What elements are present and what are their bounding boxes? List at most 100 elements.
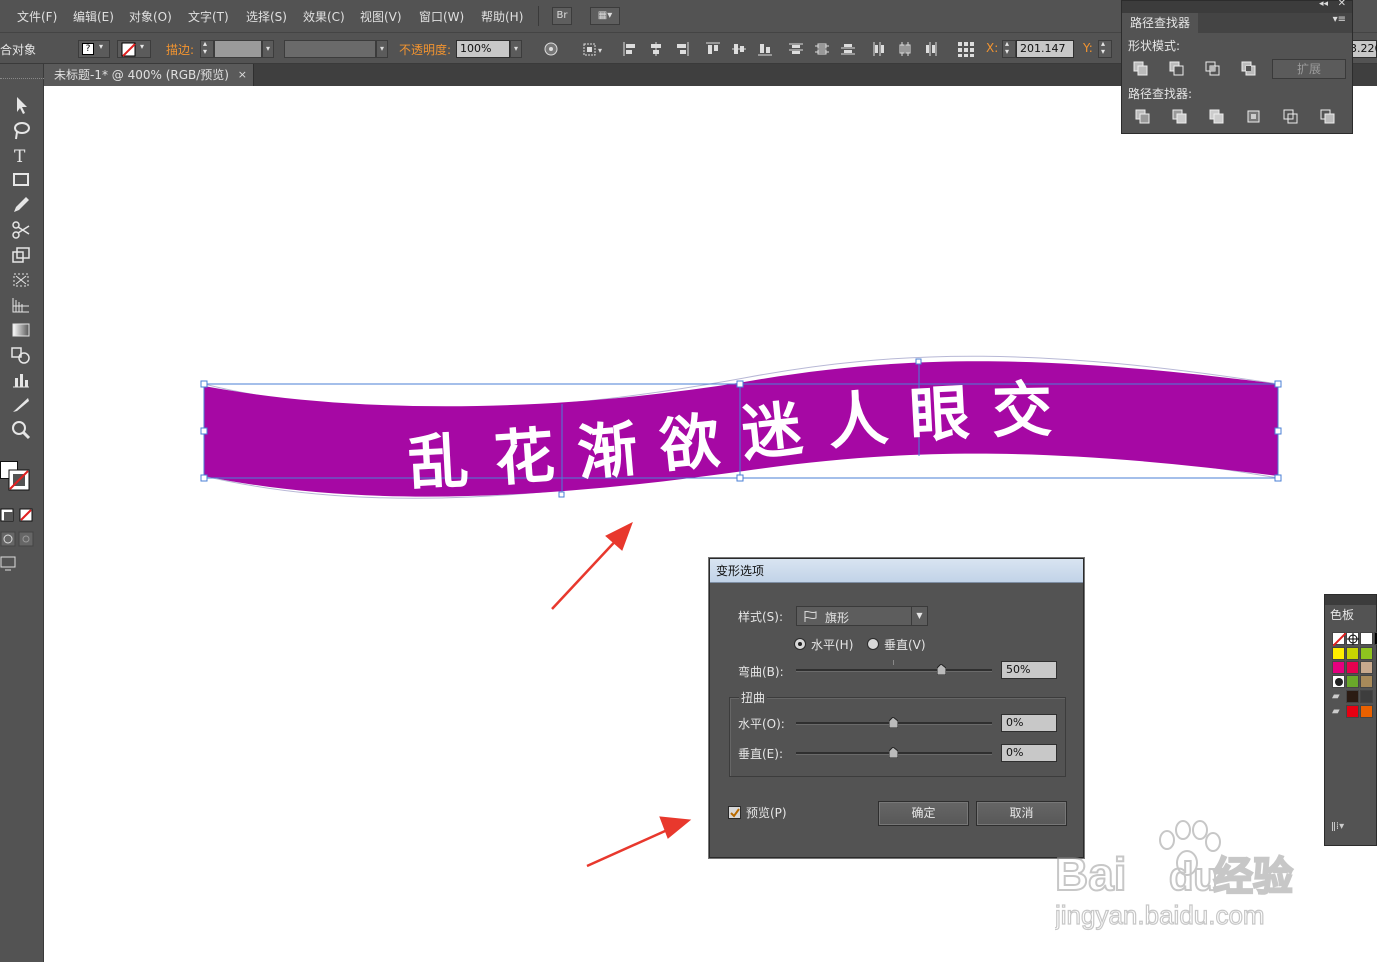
preview-label[interactable]: 预览(P) [746,804,787,821]
swatch-yellow[interactable] [1332,647,1345,660]
document-tab[interactable]: 未标题-1* @ 400% (RGB/预览) × [44,64,254,86]
ok-button[interactable]: 确定 [878,801,969,826]
opacity-dropdown[interactable]: ▾ [510,40,522,58]
workspace-switcher-icon[interactable]: ▦▾ [590,7,620,25]
vertical-radio[interactable] [867,638,879,650]
free-transform-tool[interactable] [8,269,34,291]
bend-field[interactable]: 50% [1001,661,1057,679]
menu-effect[interactable]: 效果(C) [303,8,345,25]
distort-vertical-field[interactable]: 0% [1001,744,1057,762]
swatch-white[interactable] [1360,632,1373,645]
stroke-label[interactable]: 描边: [166,41,194,58]
close-panel-icon[interactable]: ✕ [1338,0,1346,9]
pencil-tool[interactable] [8,194,34,216]
merge-icon[interactable] [1208,108,1226,126]
distort-vertical-knob[interactable] [889,747,898,758]
lasso-tool[interactable] [8,119,34,141]
menu-file[interactable]: 文件(F) [17,8,57,25]
distribute-vcenter-icon[interactable] [814,41,830,57]
pathfinder-tab[interactable]: 路径查找器 [1122,13,1199,33]
distribute-hcenter-icon[interactable] [897,41,913,57]
cancel-button[interactable]: 取消 [976,801,1067,826]
opacity-label[interactable]: 不透明度: [399,41,451,58]
perspective-grid-tool[interactable] [8,294,34,316]
distribute-top-icon[interactable] [788,41,804,57]
menu-select[interactable]: 选择(S) [246,8,287,25]
opacity-field[interactable]: 100% [456,40,510,58]
swatch-pattern-green[interactable] [1346,675,1359,688]
color-mode-icons[interactable] [0,507,36,523]
menu-window[interactable]: 窗口(W) [419,8,464,25]
swatches-title-bar[interactable] [1325,595,1376,605]
scale-tool[interactable] [8,244,34,266]
swatch-magenta[interactable] [1332,661,1345,674]
recolor-artwork-icon[interactable] [543,41,559,57]
transform-reference-icon[interactable] [957,41,977,57]
swatch-tan[interactable] [1360,661,1373,674]
gradient-tool[interactable] [8,319,34,341]
swatch-rose[interactable] [1346,661,1359,674]
menu-view[interactable]: 视图(V) [360,8,402,25]
distribute-bottom-icon[interactable] [840,41,856,57]
close-tab-icon[interactable]: × [238,64,247,86]
vertical-radio-label[interactable]: 垂直(V) [884,636,926,653]
stroke-weight-stepper[interactable]: ▴ ▾ [200,39,214,58]
align-right-icon[interactable] [674,41,690,57]
zoom-tool[interactable] [8,419,34,441]
align-top-icon[interactable] [705,41,721,57]
brush-definition-field[interactable] [284,40,376,58]
expand-button[interactable]: 扩展 [1272,59,1346,79]
graph-tool[interactable] [8,369,34,391]
stroke-weight-dropdown[interactable]: ▾ [262,40,274,58]
swatch-dark-brown[interactable] [1346,690,1359,703]
swatches-tab[interactable]: 色板 [1325,605,1376,625]
panel-menu-icon[interactable]: ▾≡ [1333,14,1346,25]
bend-slider-track[interactable] [796,669,992,672]
distribute-left-icon[interactable] [871,41,887,57]
collapse-panel-icon[interactable]: ◂◂ [1319,0,1328,9]
stroke-none-swatch-icon[interactable] [8,469,30,491]
swatch-libraries-icon[interactable]: ǁ⁞▾ [1331,821,1344,832]
distort-horizontal-field[interactable]: 0% [1001,714,1057,732]
align-left-icon[interactable] [622,41,638,57]
y-stepper[interactable]: ▴ ▾ [1098,39,1112,58]
menu-help[interactable]: 帮助(H) [481,8,523,25]
swatch-lime[interactable] [1346,647,1359,660]
scissors-tool[interactable] [8,219,34,241]
selection-tool[interactable] [8,94,34,116]
menu-type[interactable]: 文字(T) [188,8,229,25]
distribute-right-icon[interactable] [923,41,939,57]
swatch-green[interactable] [1360,647,1373,660]
screen-mode-icon[interactable] [0,556,20,572]
distort-horizontal-knob[interactable] [889,717,898,728]
tools-panel-grip[interactable] [0,78,44,81]
intersect-icon[interactable] [1204,60,1222,78]
align-to-selection-icon[interactable]: ▾ [583,41,607,57]
horizontal-radio-label[interactable]: 水平(H) [811,636,853,653]
bend-slider-knob[interactable] [937,664,946,675]
minus-front-icon[interactable] [1168,60,1186,78]
swatch-red[interactable] [1346,705,1359,718]
divide-icon[interactable] [1134,108,1152,126]
horizontal-radio[interactable] [794,638,806,650]
swatch-pattern-dots[interactable] [1332,675,1345,688]
menu-edit[interactable]: 编辑(E) [73,8,114,25]
fill-swatch-dropdown[interactable]: ? ▾ [78,40,110,58]
swatch-none[interactable] [1332,632,1346,646]
swatch-dark-gray[interactable] [1360,690,1373,703]
draw-mode-icons[interactable] [0,531,36,547]
swatch-pattern-tan[interactable] [1360,675,1373,688]
preview-checkbox[interactable] [728,806,741,819]
minus-back-icon[interactable] [1319,108,1337,126]
x-field[interactable]: 201.147 [1016,40,1074,58]
stroke-swatch-dropdown[interactable]: ▾ [117,40,151,58]
unite-icon[interactable] [1132,60,1150,78]
stroke-weight-field[interactable] [214,40,262,58]
swatch-orange[interactable] [1360,705,1373,718]
blend-tool[interactable] [8,344,34,366]
align-bottom-icon[interactable] [757,41,773,57]
style-select[interactable]: 旗形 ▼ [796,606,928,626]
x-stepper[interactable]: ▴ ▾ [1002,39,1016,58]
crop-icon[interactable] [1245,108,1263,126]
folder-icon[interactable]: ▰ [1332,691,1340,702]
